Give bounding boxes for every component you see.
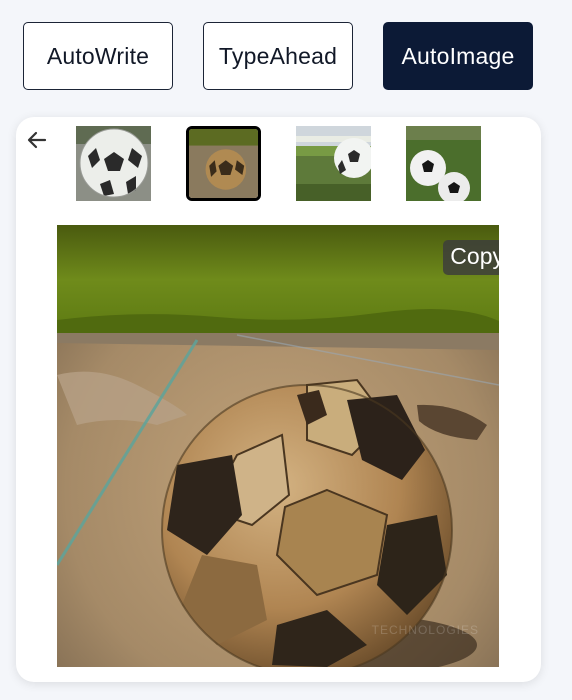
arrow-left-icon[interactable]: [26, 129, 48, 151]
tab-bar: AutoWrite TypeAhead AutoImage: [23, 22, 533, 90]
preview-image: Copy TECHNOLOGIES: [57, 225, 499, 667]
thumbnail-2[interactable]: [186, 126, 261, 201]
soccer-ball-image: [296, 126, 371, 201]
tab-autowrite[interactable]: AutoWrite: [23, 22, 173, 90]
thumbnail-1[interactable]: [76, 126, 151, 201]
thumbnail-4[interactable]: [406, 126, 481, 201]
soccer-ball-image: [406, 126, 481, 201]
soccer-ball-image: [189, 129, 258, 198]
worn-soccer-ball-photo: [57, 225, 499, 667]
image-gallery-card: Copy TECHNOLOGIES: [16, 117, 541, 682]
watermark: TECHNOLOGIES: [371, 623, 479, 637]
thumbnail-3[interactable]: [296, 126, 371, 201]
tab-typeahead[interactable]: TypeAhead: [203, 22, 353, 90]
tab-autoimage[interactable]: AutoImage: [383, 22, 533, 90]
soccer-ball-image: [76, 126, 151, 201]
copy-button[interactable]: Copy: [443, 240, 499, 275]
